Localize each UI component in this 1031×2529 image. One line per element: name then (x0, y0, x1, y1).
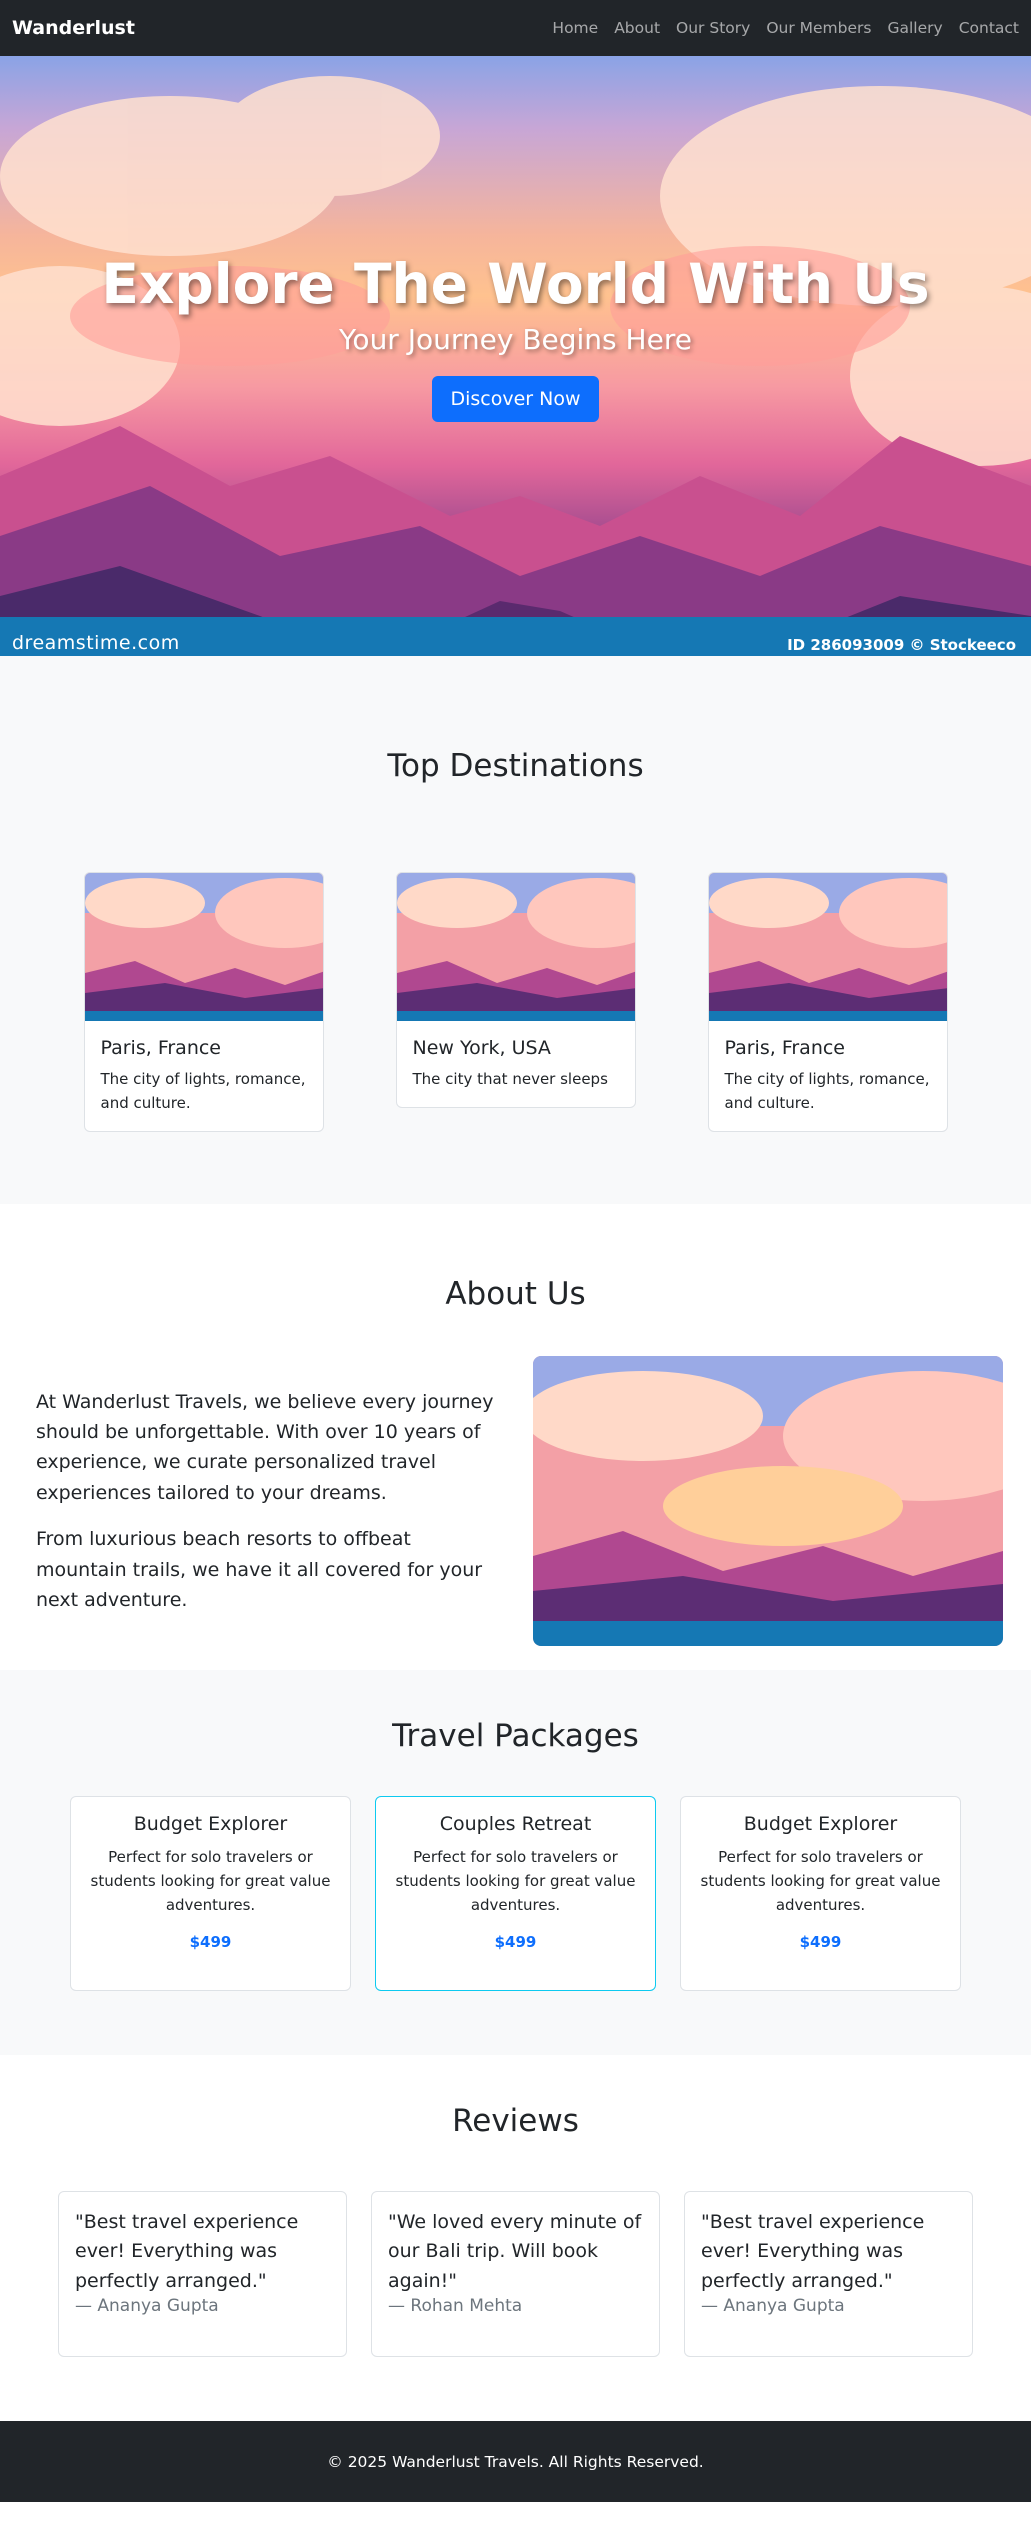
destination-title: Paris, France (100, 1037, 222, 1059)
destination-text: The city of lights, romance, and culture… (724, 1070, 930, 1112)
nav-link-our-story[interactable]: Our Story (676, 19, 750, 37)
destination-card[interactable]: Paris, France The city of lights, romanc… (707, 872, 948, 1132)
watermark-strip: dreamstime.com ID 286093009 © Stockeeco (0, 617, 1031, 656)
hero-title: Explore The World With Us (101, 251, 930, 316)
destinations-row: Paris, France The city of lights, romanc… (0, 872, 1031, 1132)
watermark-id: ID 286093009 © Stockeeco (787, 636, 1016, 654)
review-quote: "We loved every minute of our Bali trip.… (388, 2211, 642, 2292)
about-text: At Wanderlust Travels, we believe every … (36, 1387, 501, 1616)
package-card[interactable]: Budget Explorer Perfect for solo travele… (70, 1796, 351, 1991)
reviews-row: "Best travel experience ever! Everything… (0, 2191, 1031, 2357)
package-title: Budget Explorer (133, 1813, 288, 1835)
about-paragraph: From luxurious beach resorts to offbeat … (36, 1528, 483, 1611)
footer-copyright: © 2025 Wanderlust Travels. All Rights Re… (327, 2452, 704, 2471)
package-price: $499 (189, 1933, 232, 1951)
about-row: At Wanderlust Travels, we believe every … (0, 1356, 1031, 1646)
packages-row: Budget Explorer Perfect for solo travele… (0, 1796, 1031, 1991)
review-quote: "Best travel experience ever! Everything… (701, 2211, 925, 2292)
package-price: $499 (799, 1933, 842, 1951)
footer: © 2025 Wanderlust Travels. All Rights Re… (0, 2421, 1031, 2502)
hero-subtitle: Your Journey Begins Here (339, 322, 692, 356)
package-text: Perfect for solo travelers or students l… (700, 1848, 941, 1914)
about-section: About Us At Wanderlust Travels, we belie… (0, 1204, 1031, 1670)
packages-heading: Travel Packages (392, 1718, 639, 1754)
about-paragraph: At Wanderlust Travels, we believe every … (36, 1390, 494, 1504)
about-image (533, 1356, 1003, 1646)
review-card: "We loved every minute of our Bali trip.… (371, 2191, 660, 2357)
brand-logo[interactable]: Wanderlust (12, 17, 135, 39)
destination-image (708, 873, 947, 1021)
destination-text: The city of lights, romance, and culture… (100, 1070, 306, 1112)
review-card: "Best travel experience ever! Everything… (58, 2191, 347, 2357)
destinations-heading: Top Destinations (387, 748, 644, 784)
destination-body: Paris, France The city of lights, romanc… (709, 1021, 947, 1131)
destinations-section: Top Destinations Paris, France The city … (0, 656, 1031, 1204)
reviews-heading: Reviews (452, 2103, 579, 2139)
nav-link-home[interactable]: Home (552, 19, 598, 37)
destination-card[interactable]: Paris, France The city of lights, romanc… (83, 872, 324, 1132)
hero-section: Explore The World With Us Your Journey B… (0, 56, 1031, 656)
hero-content: Explore The World With Us Your Journey B… (0, 56, 1031, 616)
destination-card[interactable]: New York, USA The city that never sleeps (395, 872, 636, 1108)
navbar: Wanderlust Home About Our Story Our Memb… (0, 0, 1031, 56)
review-author: — Rohan Mehta (388, 2296, 523, 2317)
nav-link-contact[interactable]: Contact (959, 19, 1019, 37)
reviews-section: Reviews "Best travel experience ever! Ev… (0, 2055, 1031, 2421)
destination-text: The city that never sleeps (412, 1070, 608, 1088)
about-heading: About Us (445, 1276, 586, 1312)
package-price: $499 (494, 1933, 537, 1951)
destination-image (84, 873, 323, 1021)
discover-now-button[interactable]: Discover Now (432, 375, 599, 422)
nav-link-gallery[interactable]: Gallery (887, 19, 942, 37)
nav-link-our-members[interactable]: Our Members (766, 19, 871, 37)
watermark-logo: dreamstime.com (12, 632, 180, 654)
package-text: Perfect for solo travelers or students l… (90, 1848, 331, 1914)
destination-body: Paris, France The city of lights, romanc… (85, 1021, 323, 1131)
package-card[interactable]: Budget Explorer Perfect for solo travele… (680, 1796, 961, 1991)
destination-image (396, 873, 635, 1021)
destination-title: Paris, France (724, 1037, 846, 1059)
package-title: Budget Explorer (743, 1813, 898, 1835)
packages-section: Travel Packages Budget Explorer Perfect … (0, 1670, 1031, 2055)
review-author: — Ananya Gupta (75, 2296, 219, 2317)
package-card-featured[interactable]: Couples Retreat Perfect for solo travele… (375, 1796, 656, 1991)
review-card: "Best travel experience ever! Everything… (684, 2191, 973, 2357)
destination-body: New York, USA The city that never sleeps (397, 1021, 635, 1107)
destination-title: New York, USA (412, 1037, 551, 1059)
package-text: Perfect for solo travelers or students l… (395, 1848, 636, 1914)
nav-link-about[interactable]: About (614, 19, 660, 37)
nav-links: Home About Our Story Our Members Gallery… (552, 19, 1019, 37)
review-quote: "Best travel experience ever! Everything… (75, 2211, 299, 2292)
review-author: — Ananya Gupta (701, 2296, 845, 2317)
package-title: Couples Retreat (439, 1813, 592, 1835)
